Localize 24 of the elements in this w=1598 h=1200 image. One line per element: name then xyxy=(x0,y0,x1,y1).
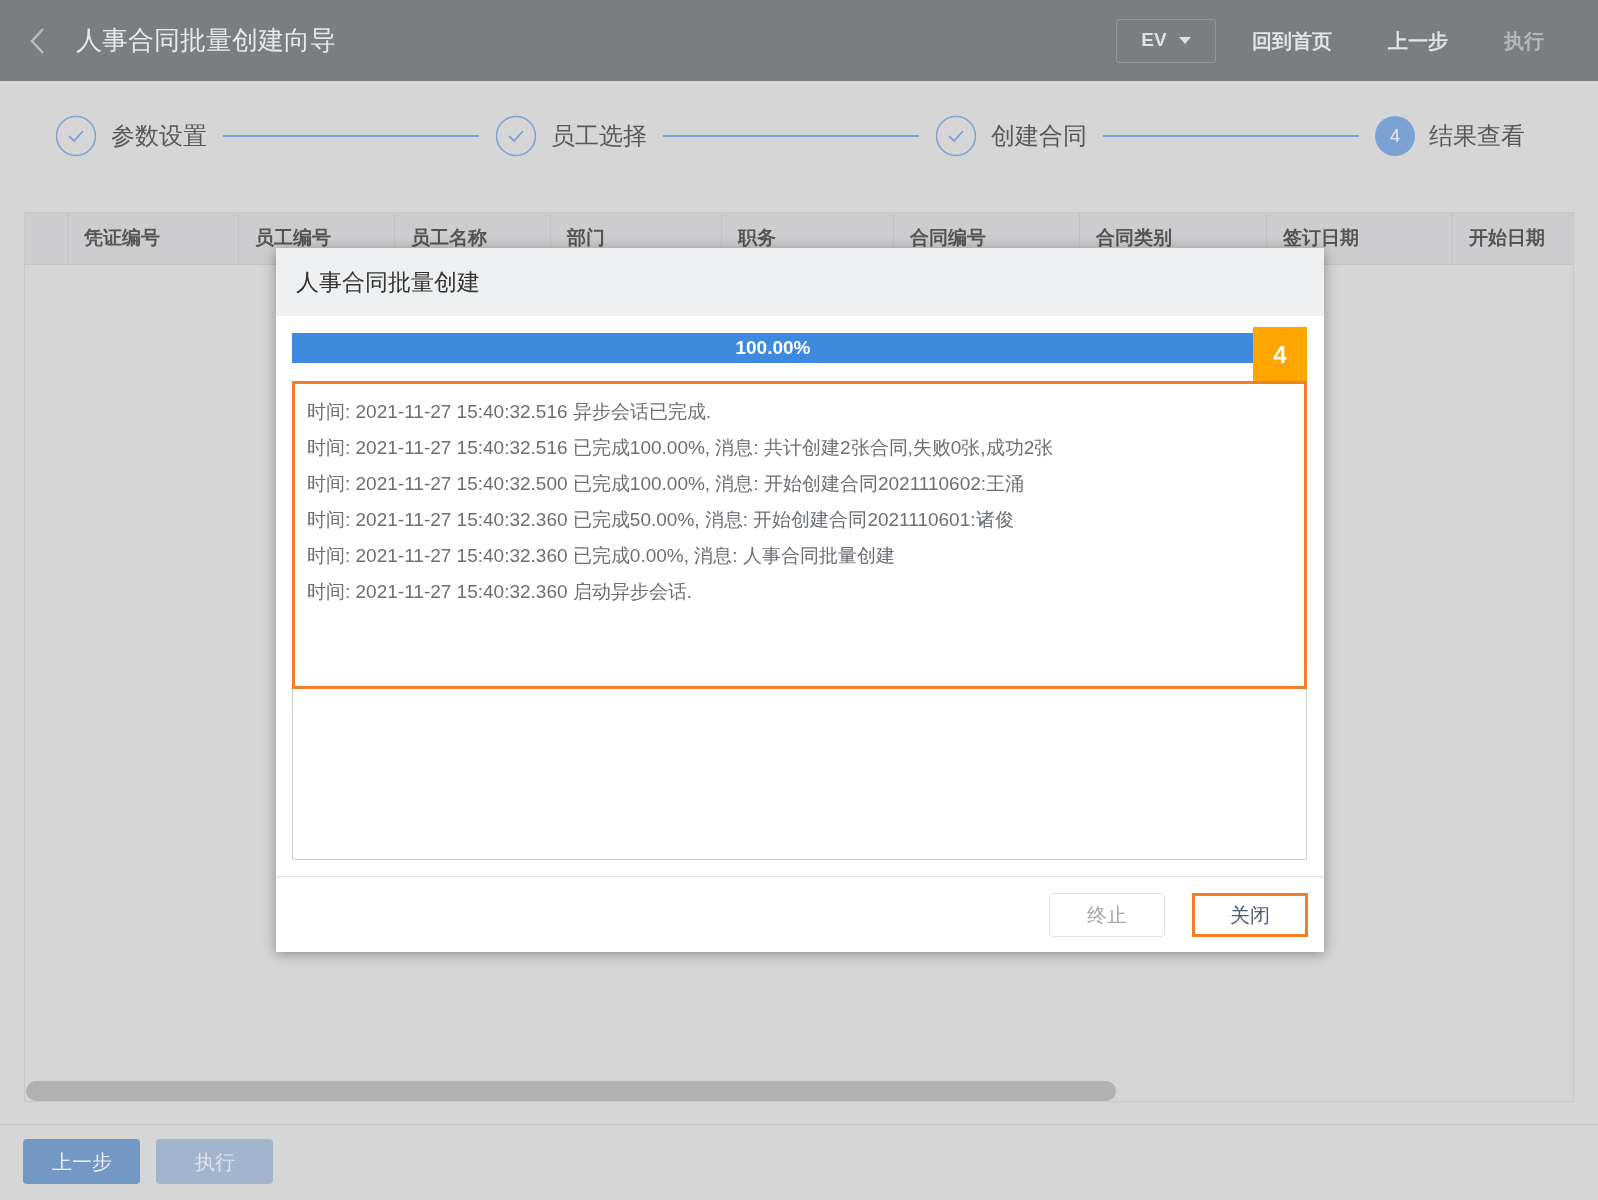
language-dropdown[interactable]: EV xyxy=(1116,18,1216,63)
log-line: 时间: 2021-11-27 15:40:32.360 启动异步会话. xyxy=(307,580,694,604)
header-action-link[interactable]: 回到首页 xyxy=(1252,25,1332,56)
dialog-button[interactable]: 关闭 xyxy=(1192,892,1308,937)
step-label: 创建合同 xyxy=(991,121,1087,151)
log-line: 时间: 2021-11-27 15:40:32.360 已完成50.00%, 消息: 开始创建合同2021110601:诸俊 xyxy=(307,508,1015,532)
page-title: 人事合同批量创建向导 xyxy=(76,24,336,57)
step-label: 结果查看 xyxy=(1429,121,1525,151)
step-number: 4 xyxy=(1375,116,1415,156)
log-line: 时间: 2021-11-27 15:40:32.516 异步会话已完成. xyxy=(307,400,713,424)
log-line: 时间: 2021-11-27 15:40:32.516 已完成100.00%, 消息: 共计创建2张合同,失败0张,成功2张 xyxy=(307,436,1055,460)
log-line: 时间: 2021-11-27 15:40:32.360 已完成0.00%, 消息: 人事合同批量创建 xyxy=(307,544,896,568)
scrollbar-thumb[interactable] xyxy=(26,1081,1116,1101)
column-header[interactable]: 开始日期 xyxy=(1453,213,1574,264)
step-label: 员工选择 xyxy=(551,121,647,151)
column-header[interactable]: 凭证编号 xyxy=(67,213,240,264)
callout-badge: 4 xyxy=(1253,327,1307,382)
dialog-title: 人事合同批量创建 xyxy=(296,267,480,297)
log-line: 时间: 2021-11-27 15:40:32.500 已完成100.00%, 消息: 开始创建合同2021110602:王涌 xyxy=(307,472,1026,496)
step-label: 参数设置 xyxy=(111,121,207,151)
caret-icon xyxy=(1178,36,1191,45)
progress-label: 100.00% xyxy=(734,335,812,360)
footer-button[interactable]: 上一步 xyxy=(23,1139,140,1184)
header-action-link[interactable]: 上一步 xyxy=(1388,25,1448,56)
